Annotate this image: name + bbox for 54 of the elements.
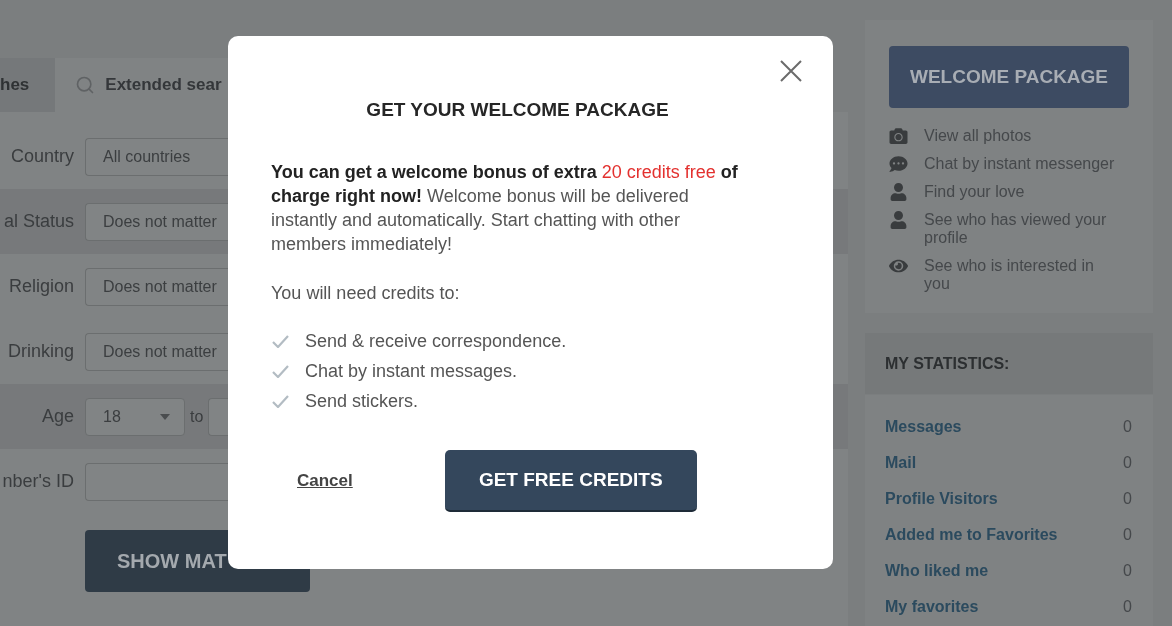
chat-bubble-icon — [889, 155, 908, 173]
modal-title: GET YOUR WELCOME PACKAGE — [366, 98, 669, 122]
select-field[interactable]: Does not matter — [85, 202, 228, 241]
person-icon — [889, 183, 908, 201]
welcome-package-button[interactable]: WELCOME PACKAGE — [889, 46, 1129, 108]
feature-text: See who has viewed your profile — [924, 211, 1108, 247]
field-label: al Status — [3, 211, 74, 232]
statistic-link[interactable]: My favorites — [885, 598, 979, 616]
cancel-link[interactable]: Cancel — [297, 471, 353, 491]
needs-text: You will need credits to: — [271, 282, 461, 305]
person-icon — [889, 211, 908, 229]
check-icon — [272, 394, 289, 408]
statistic-count: 0 — [1123, 562, 1132, 580]
section-header: MY STATISTICS: — [865, 333, 1153, 394]
tab[interactable]: hes — [0, 58, 56, 112]
statistic-count: 0 — [1123, 418, 1132, 436]
feature-text: See who is interested in you — [924, 257, 1095, 293]
select-field[interactable]: Does not matter — [85, 267, 228, 306]
field-label: Drinking — [7, 341, 74, 362]
field-label: Age — [41, 406, 74, 427]
feature-text: Chat by instant messenger — [924, 155, 1116, 173]
benefit-text: Send & receive correspondence. — [305, 330, 567, 353]
statistic-link[interactable]: Who liked me — [885, 562, 989, 580]
feature-text: View all photos — [924, 127, 1033, 145]
range-joiner-text: to — [190, 407, 204, 426]
get-free-credits-button[interactable]: GET FREE CREDITS — [444, 450, 697, 512]
close-button[interactable] — [780, 60, 802, 82]
search-icon — [75, 75, 96, 95]
select-field[interactable] — [208, 397, 229, 436]
statistic-count: 0 — [1123, 598, 1132, 616]
select-field[interactable]: All countries — [85, 137, 228, 176]
statistic-link[interactable]: Mail — [885, 454, 917, 472]
eye-icon — [889, 257, 908, 275]
statistic-link[interactable]: Profile Visitors — [885, 490, 998, 508]
benefit-text: Chat by instant messages. — [305, 360, 518, 383]
input-field[interactable] — [85, 462, 228, 501]
statistic-count: 0 — [1123, 526, 1132, 544]
intro-text: You can get a welcome bonus of extra 20 credits free of charge right now! Welcome bonus will be delivered instantly and automatically. Start chatting with other members immediately! — [271, 161, 739, 256]
feature-text: Find your love — [924, 183, 1026, 201]
field-label: nber's ID — [2, 471, 74, 492]
statistic-link[interactable]: Messages — [885, 418, 962, 436]
statistic-count: 0 — [1123, 490, 1132, 508]
check-icon — [272, 364, 289, 378]
select-field[interactable]: 18 — [85, 397, 185, 436]
caret-icon — [160, 413, 170, 420]
select-field[interactable]: Does not matter — [85, 332, 228, 371]
benefit-text: Send stickers. — [305, 390, 419, 413]
close-icon — [780, 60, 802, 82]
statistic-count: 0 — [1123, 454, 1132, 472]
statistic-link[interactable]: Added me to Favorites — [885, 526, 1058, 544]
field-label: Religion — [8, 276, 74, 297]
camera-icon — [889, 127, 908, 145]
field-label: Country — [10, 146, 74, 167]
check-icon — [272, 334, 289, 348]
